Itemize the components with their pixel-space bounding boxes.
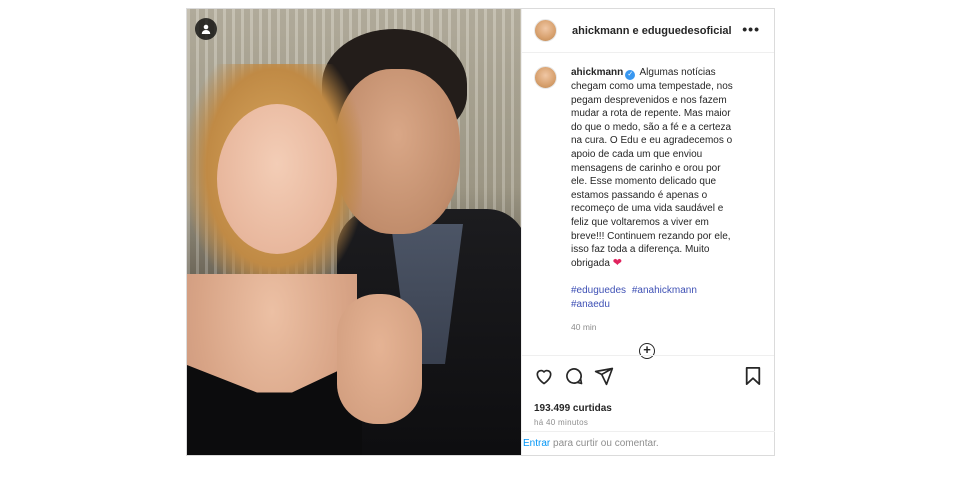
caption-line: recomeço de uma vida saudável e bbox=[571, 203, 724, 215]
share-icon[interactable] bbox=[594, 366, 614, 386]
caption-line: ele. Esse momento delicado que bbox=[571, 176, 717, 188]
caption-line: pegam desprevenidos e nos fazem bbox=[571, 94, 727, 106]
actions-area: 193.499 curtidas há 40 minutos bbox=[522, 355, 774, 432]
hashtag-link[interactable]: #anaedu bbox=[571, 299, 610, 310]
caption-avatar[interactable] bbox=[534, 66, 557, 89]
caption-line: chegam como uma tempestade, nos bbox=[571, 81, 733, 92]
caption: ahickmann ✓ Algumas notícias chegam como … bbox=[534, 66, 766, 332]
hashtag-link[interactable]: #eduguedes bbox=[571, 285, 626, 296]
instagram-post: ahickmann e eduguedesoficial ••• ahickma… bbox=[186, 8, 775, 456]
caption-line: isso faz toda a diferença. Muito bbox=[571, 244, 710, 256]
caption-line: do que o medo, são a fé e a certeza bbox=[571, 121, 732, 133]
post-sidebar: ahickmann e eduguedesoficial ••• ahickma… bbox=[521, 9, 775, 456]
caption-line: obrigada bbox=[571, 257, 610, 269]
caption-line: mensagens de carinho e orou por bbox=[571, 162, 721, 174]
caption-line: estamos passando é apenas o bbox=[571, 189, 708, 201]
login-link[interactable]: Entrar bbox=[523, 438, 550, 449]
caption-line: feliz que voltaremos a viver em bbox=[571, 216, 709, 228]
user-tag-icon[interactable] bbox=[195, 18, 217, 40]
photo-woman-face bbox=[217, 104, 337, 254]
hashtag-link[interactable]: #anahickmann bbox=[632, 285, 697, 296]
caption-line: mudar a rota de repente. Mas maior bbox=[571, 108, 731, 120]
caption-time: 40 min bbox=[571, 321, 597, 332]
verified-icon: ✓ bbox=[625, 70, 636, 80]
hashtags: #eduguedes #anahickmann #anaedu bbox=[571, 284, 766, 311]
action-bar bbox=[534, 366, 614, 386]
caption-username[interactable]: ahickmann bbox=[571, 67, 623, 78]
header-username[interactable]: ahickmann e eduguedesoficial bbox=[572, 25, 732, 37]
post-timestamp[interactable]: há 40 minutos bbox=[534, 418, 588, 427]
heart-icon[interactable] bbox=[534, 366, 554, 386]
comment-icon[interactable] bbox=[564, 366, 584, 386]
photo-hands bbox=[337, 294, 422, 424]
likes-count[interactable]: 193.499 curtidas bbox=[534, 403, 612, 414]
comment-prompt: para curtir ou comentar. bbox=[553, 438, 659, 449]
post-photo[interactable] bbox=[187, 9, 521, 455]
red-heart-emoji: ❤ bbox=[612, 256, 622, 269]
more-options-icon[interactable]: ••• bbox=[742, 21, 760, 37]
caption-line: apoio de cada um que enviou bbox=[571, 148, 703, 160]
comment-bar: Entrar para curtir ou comentar. bbox=[522, 431, 775, 456]
avatar[interactable] bbox=[534, 19, 557, 42]
post-header: ahickmann e eduguedesoficial ••• bbox=[522, 9, 774, 53]
caption-line: Algumas notícias bbox=[639, 67, 716, 78]
caption-text: ahickmann ✓ Algumas notícias chegam como … bbox=[571, 66, 766, 270]
caption-line: na cura. O Edu e eu agradecemos o bbox=[571, 135, 733, 147]
bookmark-icon[interactable] bbox=[744, 366, 762, 386]
caption-line: breve!!! Continuem rezando por ele, bbox=[571, 230, 731, 242]
